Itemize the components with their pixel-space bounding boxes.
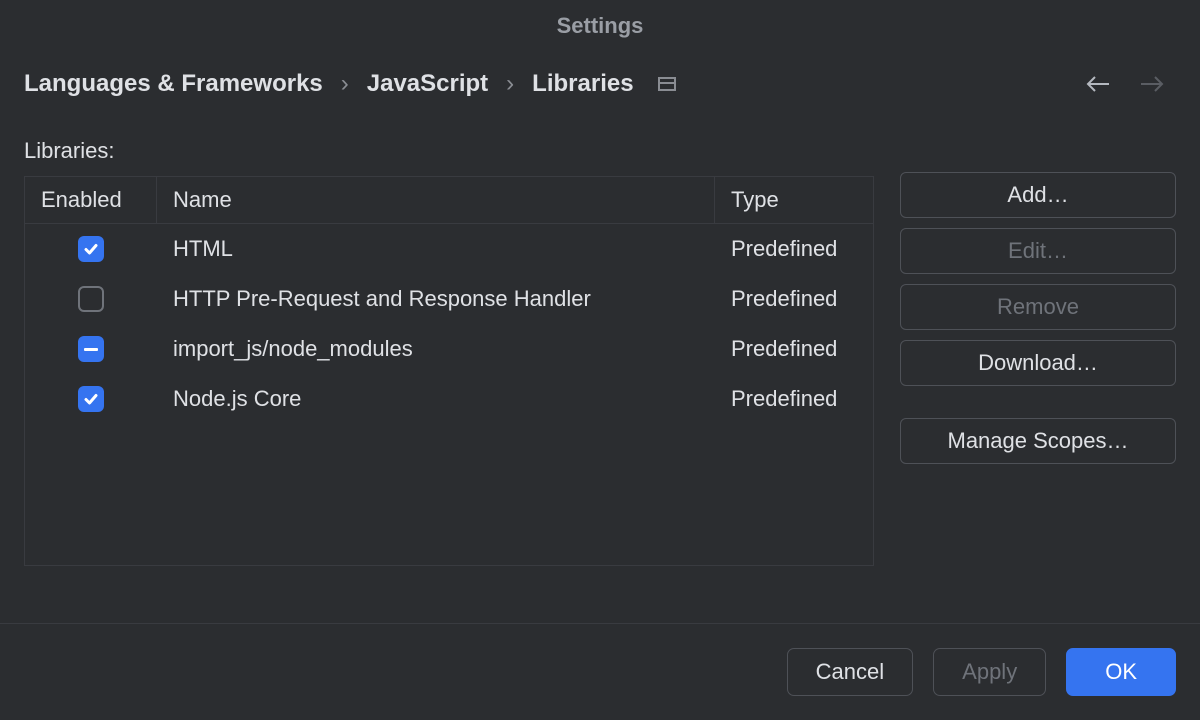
name-cell: HTML — [157, 236, 715, 262]
section-label: Libraries: — [24, 138, 874, 164]
dialog-footer: Cancel Apply OK — [0, 623, 1200, 720]
type-cell: Predefined — [715, 386, 873, 412]
breadcrumb-item[interactable]: Languages & Frameworks — [24, 70, 323, 98]
manage-scopes-button[interactable]: Manage Scopes… — [900, 418, 1176, 464]
nav-arrows — [1084, 70, 1166, 98]
enabled-cell — [25, 286, 157, 312]
nav-back-button[interactable] — [1084, 70, 1112, 98]
column-header-enabled[interactable]: Enabled — [25, 177, 157, 223]
libraries-table: Enabled Name Type HTMLPredefinedHTTP Pre… — [24, 176, 874, 566]
maximize-icon[interactable] — [658, 77, 676, 91]
table-header: Enabled Name Type — [25, 177, 873, 224]
table-row[interactable]: HTTP Pre-Request and Response HandlerPre… — [25, 274, 873, 324]
name-cell: import_js/node_modules — [157, 336, 715, 362]
enabled-cell — [25, 336, 157, 362]
download-button[interactable]: Download… — [900, 340, 1176, 386]
table-row[interactable]: import_js/node_modulesPredefined — [25, 324, 873, 374]
name-cell: HTTP Pre-Request and Response Handler — [157, 286, 715, 312]
column-header-name[interactable]: Name — [157, 177, 715, 223]
breadcrumb-item[interactable]: JavaScript — [367, 70, 488, 98]
nav-forward-button — [1138, 70, 1166, 98]
enabled-checkbox[interactable] — [78, 336, 104, 362]
breadcrumb-item[interactable]: Libraries — [532, 70, 633, 98]
enabled-checkbox[interactable] — [78, 286, 104, 312]
header: Languages & Frameworks › JavaScript › Li… — [0, 52, 1200, 98]
table-row[interactable]: HTMLPredefined — [25, 224, 873, 274]
apply-button: Apply — [933, 648, 1046, 696]
type-cell: Predefined — [715, 336, 873, 362]
cancel-button[interactable]: Cancel — [787, 648, 913, 696]
chevron-right-icon: › — [341, 70, 349, 98]
enabled-cell — [25, 386, 157, 412]
enabled-checkbox[interactable] — [78, 236, 104, 262]
window-title: Settings — [0, 0, 1200, 52]
name-cell: Node.js Core — [157, 386, 715, 412]
table-row[interactable]: Node.js CorePredefined — [25, 374, 873, 424]
enabled-checkbox[interactable] — [78, 386, 104, 412]
chevron-right-icon: › — [506, 70, 514, 98]
side-buttons: Add… Edit… Remove Download… Manage Scope… — [900, 138, 1176, 623]
edit-button: Edit… — [900, 228, 1176, 274]
enabled-cell — [25, 236, 157, 262]
breadcrumb: Languages & Frameworks › JavaScript › Li… — [24, 70, 1070, 98]
remove-button: Remove — [900, 284, 1176, 330]
type-cell: Predefined — [715, 236, 873, 262]
ok-button[interactable]: OK — [1066, 648, 1176, 696]
type-cell: Predefined — [715, 286, 873, 312]
column-header-type[interactable]: Type — [715, 177, 873, 223]
add-button[interactable]: Add… — [900, 172, 1176, 218]
